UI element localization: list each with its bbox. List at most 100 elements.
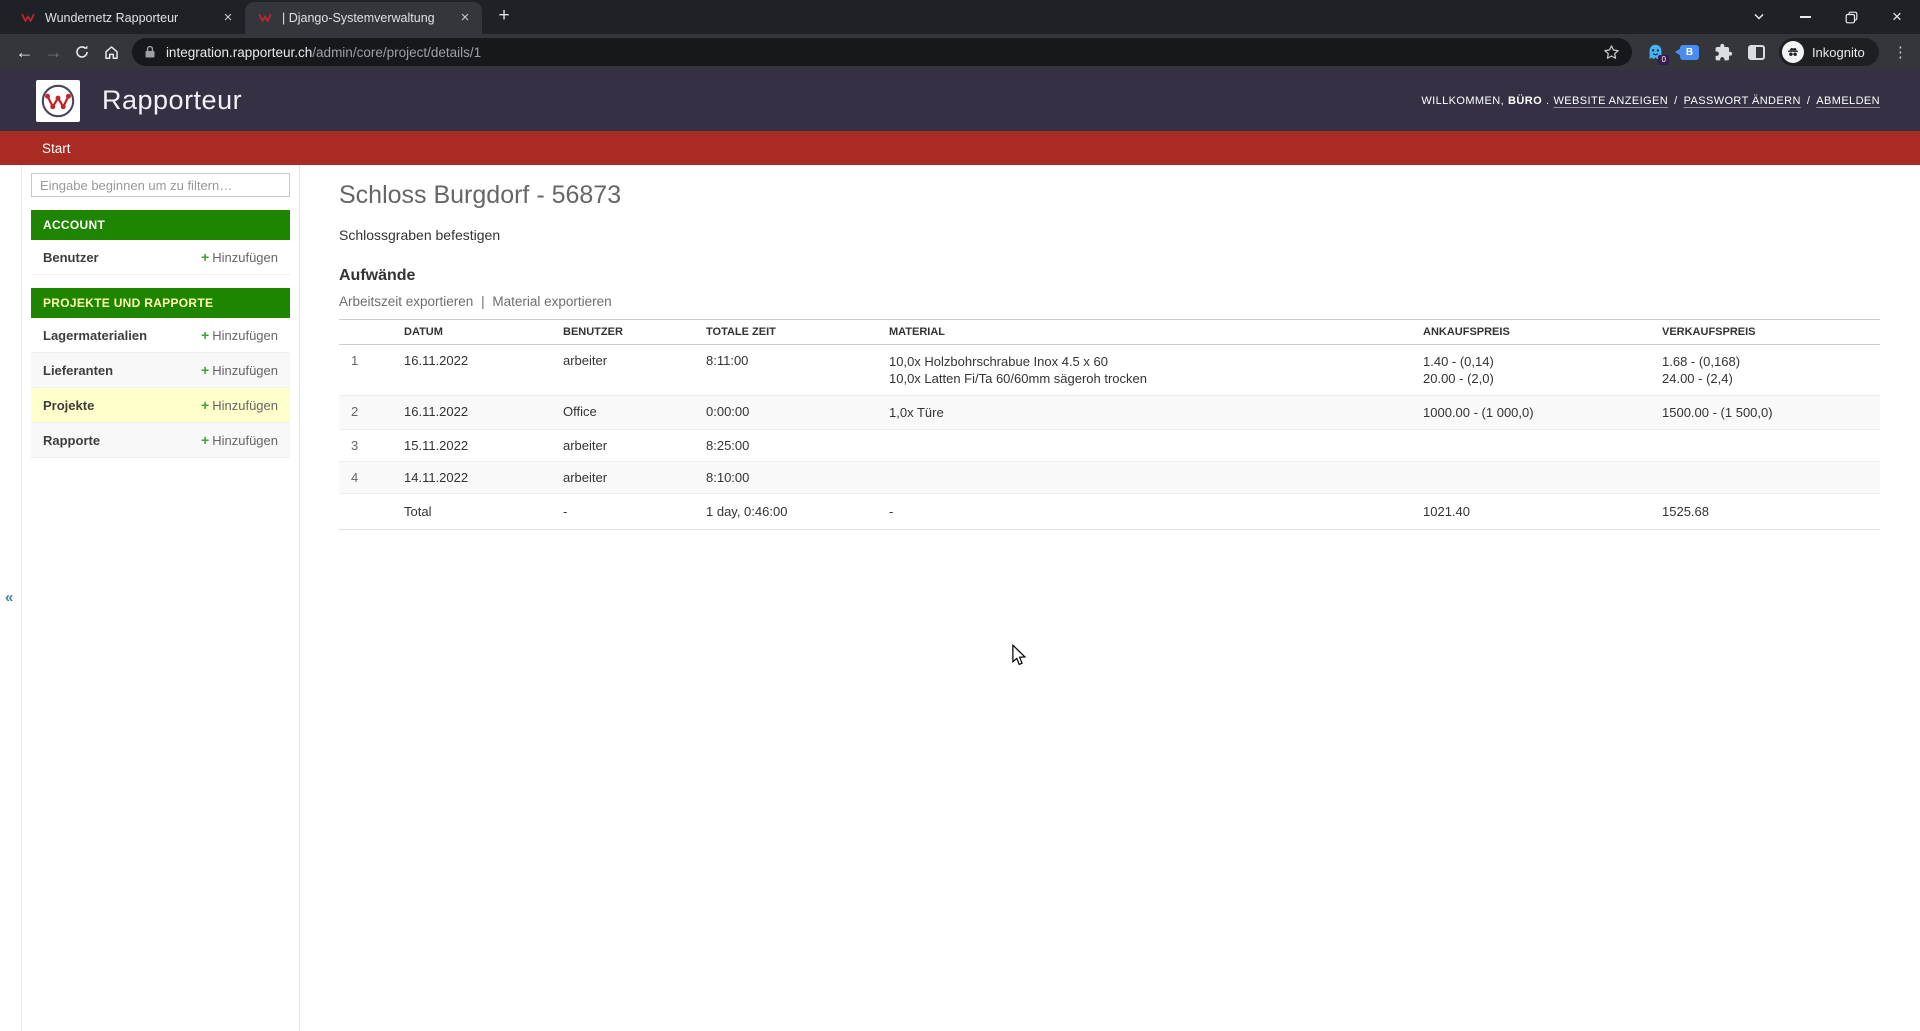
tab-wundernetz[interactable]: Wundernetz Rapporteur × [8,2,245,34]
rapporteur-logo[interactable] [36,80,80,122]
tab-close-icon[interactable]: × [219,9,237,27]
cell-datum: 14.11.2022 [392,462,551,494]
cell-verkauf: 1.68 - (0,168)24.00 - (2,4) [1650,345,1880,396]
user-tools: WILLKOMMEN, BÜRO. WEBSITE ANZEIGEN / PAS… [1421,95,1880,107]
module-caption-projekte[interactable]: PROJEKTE UND RAPPORTE [31,288,290,318]
cell-benutzer: Office [551,396,694,430]
new-tab-button[interactable]: + [490,3,518,31]
breadcrumb-start-link[interactable]: Start [42,141,71,156]
browser-chrome: Wundernetz Rapporteur × | Django-Systemv… [0,0,1920,70]
project-description: Schlossgraben befestigen [339,227,1880,243]
sidebar-item-projekte[interactable]: Projekte +Hinzufügen [31,388,290,423]
add-lagermaterialien-link[interactable]: +Hinzufügen [201,327,278,343]
cell-datum: 16.11.2022 [392,396,551,430]
add-label: Hinzufügen [212,433,278,448]
sidebar-item-lagermaterialien[interactable]: Lagermaterialien +Hinzufügen [31,318,290,353]
total-benutzer: - [551,494,694,530]
rapporteur-favicon [257,10,273,26]
extensions-menu-button[interactable] [1714,43,1733,62]
forward-button[interactable]: → [39,37,68,67]
breadcrumb: Start [0,131,1920,165]
change-password-link[interactable]: PASSWORT ÄNDERN [1684,95,1801,107]
total-ankaufspreis: 1021.40 [1411,494,1650,530]
welcome-dot: . [1546,95,1549,107]
add-benutzer-link[interactable]: +Hinzufügen [201,249,278,265]
model-link[interactable]: Projekte [43,398,94,413]
module-account: ACCOUNT Benutzer +Hinzufügen [31,210,290,275]
model-link[interactable]: Benutzer [43,250,99,265]
add-rapporte-link[interactable]: +Hinzufügen [201,432,278,448]
cell-datum: 15.11.2022 [392,430,551,462]
model-link[interactable]: Lagermaterialien [43,328,147,343]
export-links-separator: | [481,294,485,309]
sidebar-item-rapporte[interactable]: Rapporte +Hinzufügen [31,423,290,458]
logout-link[interactable]: ABMELDEN [1816,95,1880,107]
cell-verkauf [1650,462,1880,494]
puzzle-icon [1714,43,1733,62]
cell-zeit: 8:11:00 [694,345,877,396]
add-label: Hinzufügen [212,250,278,265]
back-button[interactable]: ← [10,37,39,67]
browser-menu-button[interactable]: ⋮ [1891,43,1910,61]
tag-extension-button[interactable]: B [1680,45,1699,60]
sidebar: ACCOUNT Benutzer +Hinzufügen PROJEKTE UN… [22,165,300,1031]
table-row: 1 16.11.2022 arbeiter 8:11:00 10,0x Holz… [339,345,1880,396]
cell-ankauf: 1.40 - (0,14)20.00 - (2,0) [1411,345,1650,396]
minimize-button[interactable] [1782,0,1828,34]
add-projekte-link[interactable]: +Hinzufügen [201,397,278,413]
sidebar-item-lieferanten[interactable]: Lieferanten +Hinzufügen [31,353,290,388]
add-label: Hinzufügen [212,398,278,413]
table-row: 3 15.11.2022 arbeiter 8:25:00 [339,430,1880,462]
home-button[interactable] [97,37,126,67]
cell-ankauf [1411,430,1650,462]
rapporteur-favicon [20,10,36,26]
row-number [339,494,392,530]
col-verkaufspreis: VERKAUFSPREIS [1650,320,1880,345]
bookmark-star-button[interactable] [1603,44,1620,61]
model-link[interactable]: Rapporte [43,433,100,448]
brand-title: Rapporteur [102,85,242,116]
add-label: Hinzufügen [212,363,278,378]
browser-toolbar: ← → integration.rapporteur.ch/admin/core… [0,34,1920,70]
tab-title: Wundernetz Rapporteur [45,11,219,25]
restore-button[interactable] [1828,0,1874,34]
window-controls: × [1736,0,1920,34]
cell-ankauf: 1000.00 - (1 000,0) [1411,396,1650,430]
sidebar-collapse-button[interactable]: « [5,589,13,606]
add-lieferanten-link[interactable]: +Hinzufügen [201,362,278,378]
sidebar-item-benutzer[interactable]: Benutzer +Hinzufügen [31,240,290,275]
cell-verkauf [1650,430,1880,462]
sidebar-filter-input[interactable] [31,173,290,197]
row-number: 3 [339,430,392,462]
plus-icon: + [201,362,209,378]
reload-icon [74,44,90,60]
page-title: Schloss Burgdorf - 56873 [339,181,1880,210]
cell-material [877,462,1411,494]
export-material-link[interactable]: Material exportieren [492,294,611,309]
view-site-link[interactable]: WEBSITE ANZEIGEN [1554,95,1669,107]
address-bar[interactable]: integration.rapporteur.ch/admin/core/pro… [132,38,1632,66]
main-content: Schloss Burgdorf - 56873 Schlossgraben b… [300,165,1920,1031]
incognito-chip: Inkognito [1779,38,1879,66]
home-icon [103,44,120,61]
tab-close-icon[interactable]: × [456,9,474,27]
table-row: 4 14.11.2022 arbeiter 8:10:00 [339,462,1880,494]
table-total-row: Total - 1 day, 0:46:00 - 1021.40 1525.68 [339,494,1880,530]
restore-icon [1845,11,1858,24]
export-worktime-link[interactable]: Arbeitszeit exportieren [339,294,473,309]
model-link[interactable]: Lieferanten [43,363,113,378]
url-text: integration.rapporteur.ch/admin/core/pro… [166,45,481,60]
module-caption-account[interactable]: ACCOUNT [31,210,290,240]
plus-icon: + [201,327,209,343]
side-panel-button[interactable] [1748,45,1765,60]
site-header: Rapporteur WILLKOMMEN, BÜRO. WEBSITE ANZ… [0,70,1920,131]
reload-button[interactable] [68,37,97,67]
col-ankaufspreis: ANKAUFSPREIS [1411,320,1650,345]
incognito-label: Inkognito [1812,45,1865,60]
link-separator: / [1674,95,1677,107]
tab-django-admin[interactable]: | Django-Systemverwaltung × [245,2,482,34]
ghost-extension-button[interactable]: 0 [1646,43,1665,62]
tab-search-icon[interactable] [1736,0,1782,34]
add-label: Hinzufügen [212,328,278,343]
close-window-button[interactable]: × [1874,0,1920,34]
